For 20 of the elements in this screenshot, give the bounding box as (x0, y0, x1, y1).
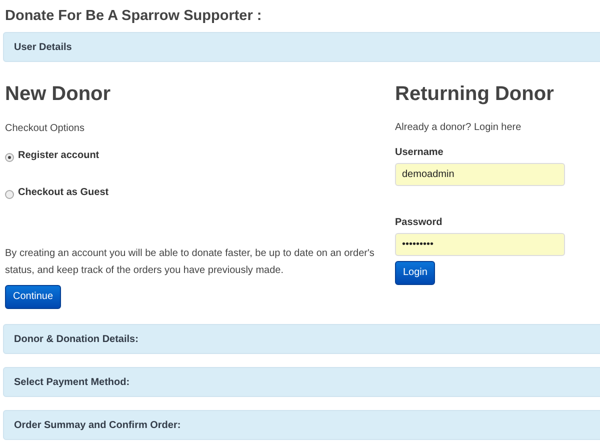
field-label: Password (395, 216, 444, 230)
section-heading: New Donor (5, 82, 112, 106)
page-title: Donate For Be A Sparrow Supporter : (5, 7, 263, 26)
section-header[interactable]: Select Payment Method: (3, 367, 600, 397)
section-header[interactable]: Order Summay and Confirm Order: (3, 410, 600, 440)
option-label: Checkout as Guest (18, 186, 109, 200)
description-text: By creating an account you will be able to donate faster, be up to date on an order's status, and keep track of the orders you have previously made. (5, 247, 376, 278)
password-field[interactable]: ••••••••• (395, 233, 565, 256)
username-field[interactable]: demoadmin (395, 163, 565, 186)
section-heading: Returning Donor (395, 82, 555, 106)
field-label: Username (395, 146, 444, 160)
login-button[interactable]: Login (395, 261, 436, 285)
section-subheading: Checkout Options (5, 122, 86, 136)
continue-button[interactable]: Continue (5, 285, 62, 309)
option-label: Register account (18, 149, 100, 163)
radio-button[interactable] (5, 153, 14, 162)
radio-button[interactable] (5, 190, 14, 199)
section-header[interactable]: User Details (3, 32, 600, 62)
section-subheading: Already a donor? Login here (395, 121, 522, 135)
section-header[interactable]: Donor & Donation Details: (3, 324, 600, 354)
